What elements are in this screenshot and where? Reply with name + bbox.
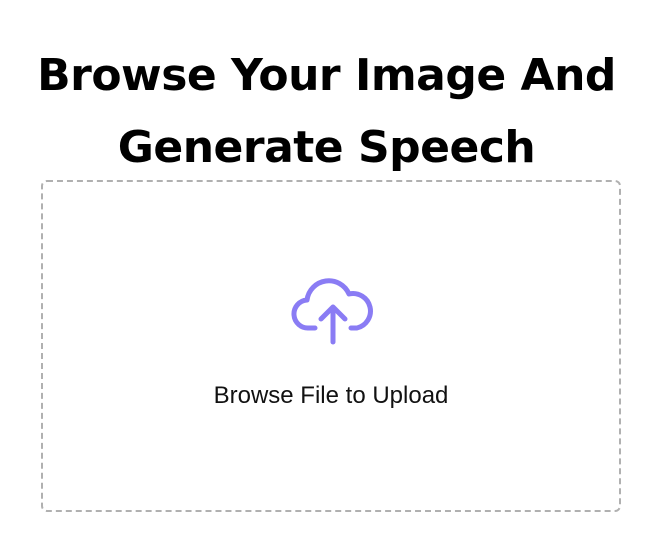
page-title: Browse Your Image And Generate Speech <box>0 40 653 184</box>
cloud-upload-icon <box>291 278 375 348</box>
file-upload-dropzone[interactable]: Browse File to Upload <box>41 180 621 512</box>
page-title-line-1: Browse Your Image And <box>37 50 616 101</box>
page-title-line-2: Generate Speech <box>117 122 536 173</box>
upload-label[interactable]: Browse File to Upload <box>43 380 619 412</box>
